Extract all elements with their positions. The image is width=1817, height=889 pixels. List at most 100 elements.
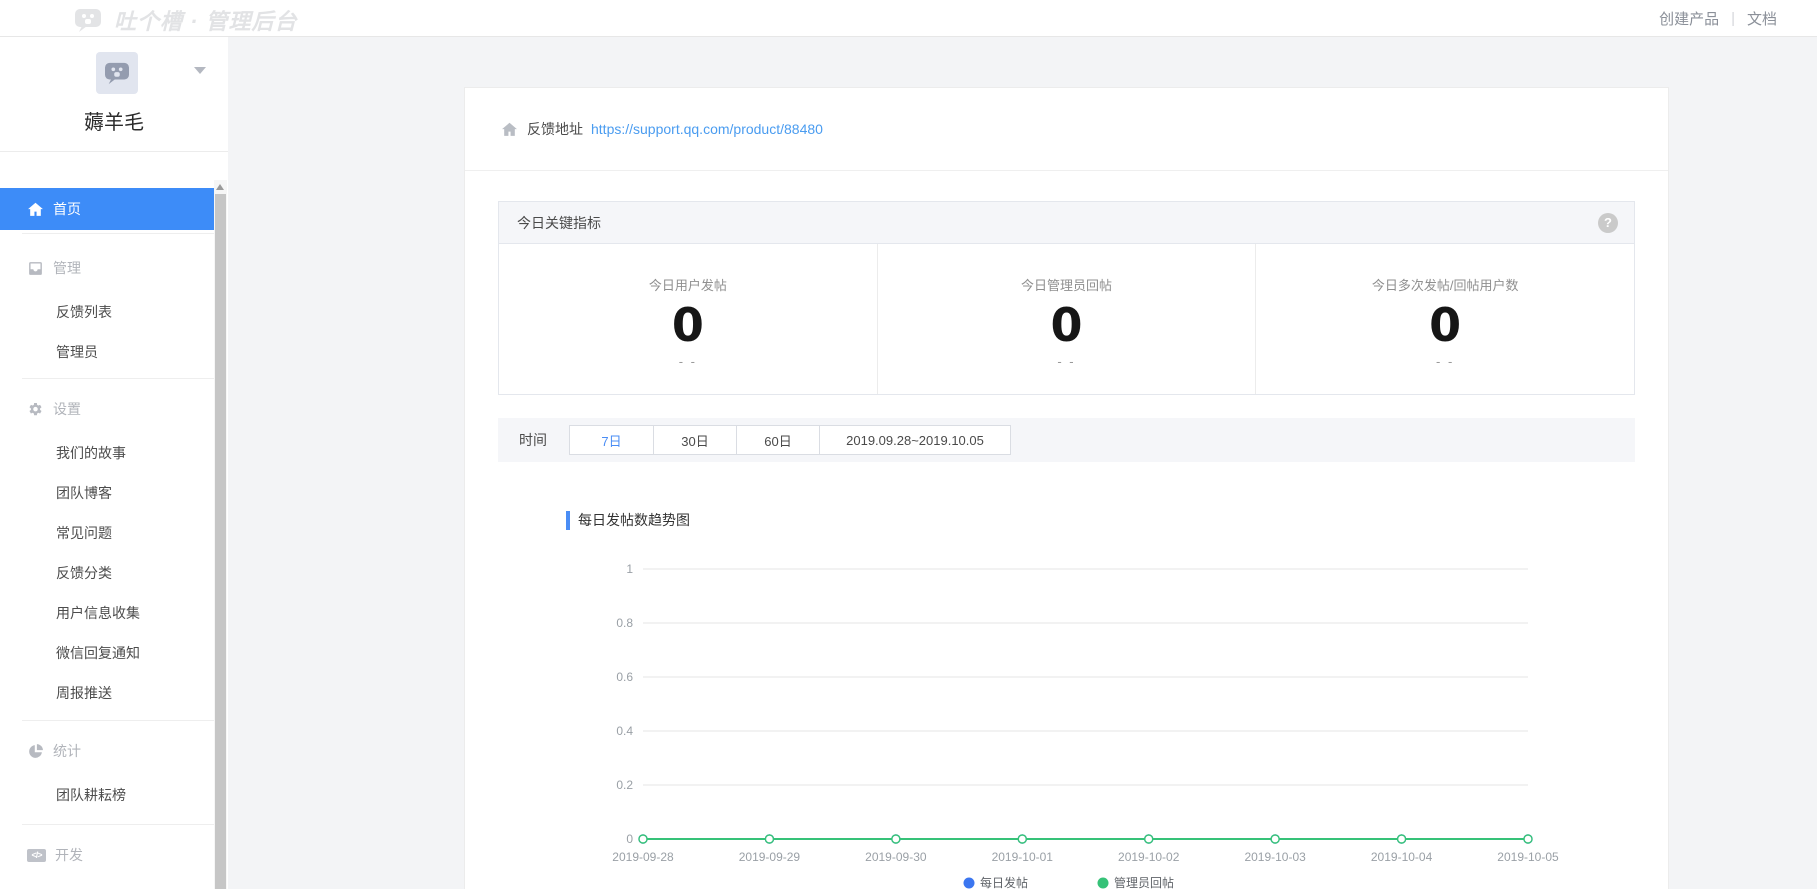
key-metrics-header: 今日关键指标 ?	[499, 202, 1634, 244]
key-metrics-panel: 今日关键指标 ? 今日用户发帖 0 - - 今日管理员回帖 0 - - 今日多次…	[498, 201, 1635, 395]
time-30d-button[interactable]: 30日	[653, 425, 737, 455]
svg-text:0.8: 0.8	[616, 616, 633, 630]
sidebar-menu: 首页 管理 反馈列表 管理员 设置 我们的故事 团队博客 常	[0, 152, 214, 889]
metric-label: 今日用户发帖	[499, 275, 877, 294]
sidebar: 薅羊毛 首页 管理 反馈列表 管理员 设置	[0, 37, 228, 889]
metric-label: 今日多次发帖/回帖用户数	[1256, 275, 1634, 294]
time-filter-label: 时间	[519, 430, 547, 450]
sidebar-item-feedback-list[interactable]: 反馈列表	[0, 292, 214, 332]
chart-title-row: 每日发帖数趋势图	[566, 510, 690, 530]
scrollbar-thumb[interactable]	[215, 194, 226, 889]
chevron-down-icon[interactable]	[194, 67, 206, 74]
app-title: 吐个槽 · 管理后台	[114, 4, 298, 36]
top-bar: 吐个槽 · 管理后台 创建产品 | 文档	[0, 0, 1817, 37]
svg-text:0: 0	[626, 832, 633, 846]
svg-text:2019-10-01: 2019-10-01	[992, 850, 1054, 864]
item-label: 团队博客	[56, 483, 112, 503]
product-avatar	[96, 52, 138, 94]
app-logo: 吐个槽 · 管理后台	[74, 4, 298, 36]
section-label: 开发	[55, 845, 83, 865]
svg-text:2019-09-29: 2019-09-29	[739, 850, 801, 864]
home-icon	[27, 201, 44, 218]
code-icon: </>	[27, 849, 46, 862]
item-label: 周报推送	[56, 683, 112, 703]
svg-text:2019-09-30: 2019-09-30	[865, 850, 927, 864]
svg-text:1: 1	[626, 562, 633, 576]
date-range-button[interactable]: 2019.09.28~2019.10.05	[819, 425, 1011, 455]
feedback-url-link[interactable]: https://support.qq.com/product/88480	[591, 121, 823, 137]
inbox-icon	[27, 260, 44, 277]
time-60d-button[interactable]: 60日	[736, 425, 820, 455]
metric-value: 0	[499, 300, 877, 350]
metric-sub-value: - -	[878, 354, 1256, 369]
daily-posts-trend-chart: 0 0.2 0.4 0.6 0.8 1 2019-09-28 2019-09-29 2019-0…	[595, 553, 1595, 889]
product-switcher[interactable]: 薅羊毛	[0, 37, 228, 152]
time-range-button-group: 7日 30日 60日 2019.09.28~2019.10.05	[569, 425, 1011, 455]
divider	[22, 233, 214, 234]
item-label: 反馈列表	[56, 302, 112, 322]
metric-sub-value: - -	[1256, 354, 1634, 369]
item-label: 反馈分类	[56, 563, 112, 583]
metric-value: 0	[1256, 300, 1634, 350]
item-label: 团队耕耘榜	[56, 785, 126, 805]
feedback-url-label: 反馈地址	[527, 119, 583, 139]
house-icon	[501, 121, 518, 138]
sidebar-item-weekly-report-push[interactable]: 周报推送	[0, 673, 214, 713]
sidebar-scrollbar	[214, 180, 227, 889]
key-metrics-body: 今日用户发帖 0 - - 今日管理员回帖 0 - - 今日多次发帖/回帖用户数 …	[499, 244, 1634, 394]
feedback-url-row: 反馈地址 https://support.qq.com/product/8848…	[465, 88, 1668, 171]
metric-card-user-posts: 今日用户发帖 0 - -	[499, 244, 877, 394]
divider	[22, 824, 214, 825]
svg-text:0.2: 0.2	[616, 778, 633, 792]
key-metrics-title: 今日关键指标	[517, 213, 601, 233]
help-icon[interactable]: ?	[1598, 213, 1618, 233]
sidebar-item-team-ranking[interactable]: 团队耕耘榜	[0, 775, 214, 815]
section-label: 统计	[53, 741, 81, 761]
metric-card-admin-replies: 今日管理员回帖 0 - -	[877, 244, 1256, 394]
main-area: 反馈地址 https://support.qq.com/product/8848…	[228, 37, 1817, 889]
product-name: 薅羊毛	[0, 106, 228, 135]
sidebar-item-faq[interactable]: 常见问题	[0, 513, 214, 553]
section-label: 设置	[53, 399, 81, 419]
sidebar-item-user-info-collection[interactable]: 用户信息收集	[0, 593, 214, 633]
sidebar-section-development: </> 开发	[0, 835, 214, 875]
divider	[22, 378, 214, 379]
sidebar-section-settings: 设置	[0, 389, 214, 429]
svg-text:2019-09-28: 2019-09-28	[612, 850, 674, 864]
item-label: 常见问题	[56, 523, 112, 543]
time-7d-button[interactable]: 7日	[569, 425, 654, 455]
sidebar-item-home[interactable]: 首页	[0, 188, 214, 230]
section-label: 管理	[53, 258, 81, 278]
sidebar-item-feedback-categories[interactable]: 反馈分类	[0, 553, 214, 593]
content-panel: 反馈地址 https://support.qq.com/product/8848…	[464, 87, 1669, 889]
svg-text:0.4: 0.4	[616, 724, 633, 738]
metric-value: 0	[878, 300, 1256, 350]
sidebar-item-team-blog[interactable]: 团队博客	[0, 473, 214, 513]
accent-bar	[566, 511, 570, 530]
sidebar-item-label: 首页	[53, 199, 81, 219]
svg-text:0.6: 0.6	[616, 670, 633, 684]
item-label: 微信回复通知	[56, 643, 140, 663]
topbar-links: 创建产品 | 文档	[1659, 0, 1777, 36]
metric-card-repeat-users: 今日多次发帖/回帖用户数 0 - -	[1255, 244, 1634, 394]
chat-bubble-logo-icon	[74, 7, 102, 33]
svg-text:2019-10-04: 2019-10-04	[1371, 850, 1433, 864]
create-product-link[interactable]: 创建产品	[1659, 8, 1719, 29]
scroll-up-arrow-icon[interactable]	[216, 184, 224, 190]
divider	[22, 720, 214, 721]
pie-chart-icon	[27, 743, 44, 760]
metric-sub-value: - -	[499, 354, 877, 369]
svg-text:2019-10-05: 2019-10-05	[1497, 850, 1559, 864]
svg-text:2019-10-02: 2019-10-02	[1118, 850, 1180, 864]
link-separator: |	[1731, 10, 1735, 27]
docs-link[interactable]: 文档	[1747, 8, 1777, 29]
sidebar-item-admins[interactable]: 管理员	[0, 332, 214, 372]
sidebar-item-our-story[interactable]: 我们的故事	[0, 433, 214, 473]
chat-bubble-avatar-icon	[104, 61, 130, 85]
sidebar-item-wechat-reply-notify[interactable]: 微信回复通知	[0, 633, 214, 673]
item-label: 我们的故事	[56, 443, 126, 463]
svg-text:每日发帖: 每日发帖	[980, 875, 1028, 889]
sidebar-section-management: 管理	[0, 248, 214, 288]
time-filter-bar: 时间 7日 30日 60日 2019.09.28~2019.10.05	[498, 418, 1635, 462]
svg-text:2019-10-03: 2019-10-03	[1244, 850, 1306, 864]
